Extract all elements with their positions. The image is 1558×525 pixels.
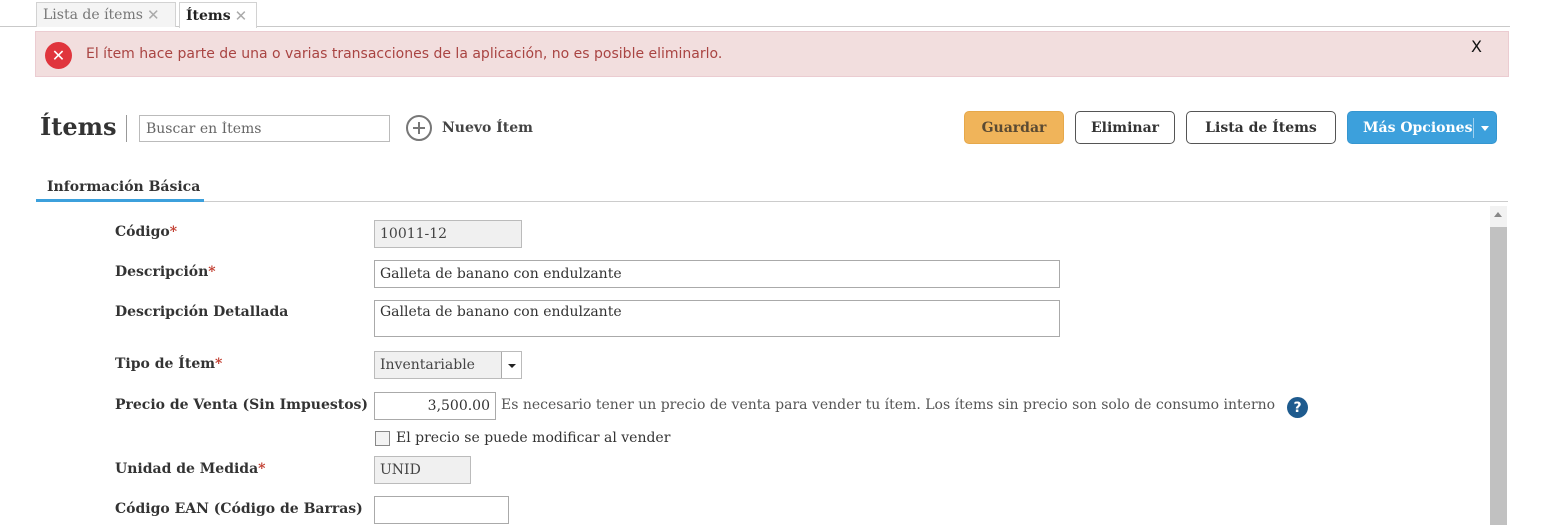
precio-modificable-row[interactable]: El precio se puede modificar al vender bbox=[375, 430, 670, 446]
help-icon[interactable]: ? bbox=[1287, 397, 1308, 418]
precio-modificable-checkbox[interactable] bbox=[375, 430, 390, 446]
plus-circle-icon bbox=[406, 115, 432, 141]
more-options-button[interactable]: Más Opciones bbox=[1347, 111, 1497, 144]
split-divider bbox=[1473, 118, 1474, 138]
error-x-icon: ✕ bbox=[45, 42, 72, 69]
title-divider bbox=[126, 115, 127, 142]
codigo-label: Código* bbox=[115, 224, 178, 240]
codigo-field: 10011-12 bbox=[374, 220, 522, 248]
tab-items[interactable]: Ítems ✕ bbox=[179, 2, 257, 28]
precio-modificable-label: El precio se puede modificar al vender bbox=[396, 430, 671, 446]
descripcion-detallada-textarea[interactable]: Galleta de banano con endulzante bbox=[374, 300, 1060, 337]
chevron-down-icon[interactable] bbox=[1481, 126, 1489, 131]
tipo-item-label: Tipo de Ítem* bbox=[115, 356, 223, 372]
scrollbar-thumb[interactable] bbox=[1490, 227, 1507, 525]
alert-message: El ítem hace parte de una o varias trans… bbox=[86, 46, 723, 62]
error-alert: ✕ El ítem hace parte de una o varias tra… bbox=[35, 31, 1509, 77]
search-input[interactable] bbox=[139, 115, 390, 142]
precio-venta-input[interactable]: 3,500.00 bbox=[374, 392, 496, 420]
precio-venta-note: Es necesario tener un precio de venta pa… bbox=[501, 397, 1276, 413]
precio-venta-label: Precio de Venta (Sin Impuestos) bbox=[115, 397, 369, 413]
tipo-item-value: Inventariable bbox=[380, 357, 475, 373]
new-item-button[interactable]: Nuevo Ítem bbox=[406, 115, 533, 141]
tab-informacion-basica[interactable]: Información Básica bbox=[36, 175, 204, 202]
close-icon[interactable]: ✕ bbox=[235, 7, 248, 25]
tab-label: Ítems bbox=[186, 7, 231, 24]
delete-button[interactable]: Eliminar bbox=[1075, 111, 1175, 144]
item-list-button[interactable]: Lista de Ítems bbox=[1186, 111, 1336, 144]
new-item-label: Nuevo Ítem bbox=[442, 120, 533, 136]
codigo-ean-label: Código EAN (Código de Barras) bbox=[115, 501, 363, 517]
tab-lista-items[interactable]: Lista de ítems ✕ bbox=[36, 2, 176, 27]
more-options-label: Más Opciones bbox=[1363, 119, 1473, 136]
descripcion-label: Descripción* bbox=[115, 264, 216, 280]
save-button[interactable]: Guardar bbox=[964, 111, 1064, 144]
descripcion-field[interactable]: Galleta de banano con endulzante bbox=[374, 260, 1060, 288]
section-tabs: Información Básica bbox=[36, 175, 1508, 202]
close-icon[interactable]: ✕ bbox=[147, 6, 160, 24]
codigo-ean-input[interactable] bbox=[374, 496, 509, 524]
scroll-up-icon[interactable] bbox=[1494, 212, 1502, 217]
chevron-down-icon[interactable] bbox=[501, 352, 521, 378]
tipo-item-select[interactable]: Inventariable bbox=[374, 351, 522, 379]
descripcion-detallada-label: Descripción Detallada bbox=[115, 304, 289, 320]
tab-label: Lista de ítems bbox=[43, 7, 143, 23]
unidad-medida-field[interactable]: UNID bbox=[374, 456, 471, 484]
unidad-medida-label: Unidad de Medida* bbox=[115, 461, 266, 477]
tab-bar: Lista de ítems ✕ Ítems ✕ bbox=[0, 0, 1510, 28]
alert-close-button[interactable]: X bbox=[1471, 37, 1482, 56]
page-title: Ítems bbox=[40, 112, 117, 141]
